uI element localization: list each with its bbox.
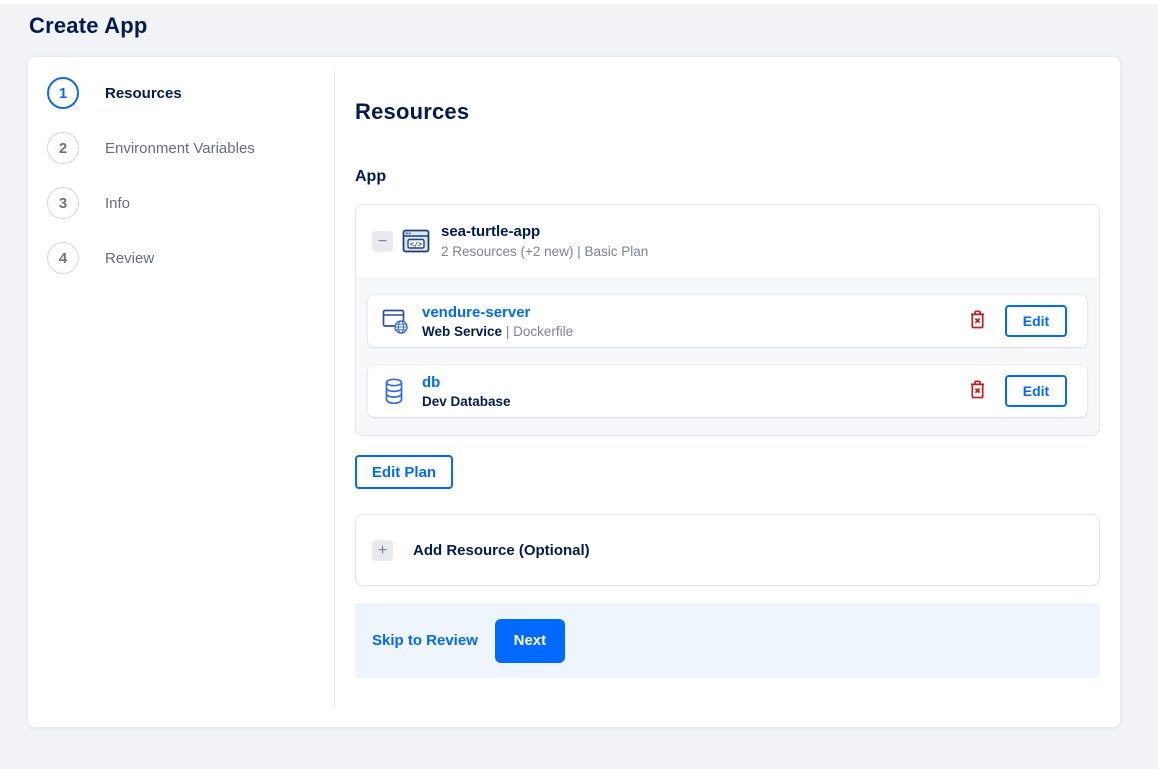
- wizard-footer: Skip to Review Next: [355, 603, 1100, 678]
- step-number-badge: 4: [47, 242, 79, 274]
- step-review[interactable]: 4 Review: [47, 242, 335, 274]
- resource-row-database: db Dev Database Edit: [368, 365, 1087, 417]
- collapse-app-button[interactable]: −: [372, 230, 393, 252]
- step-label: Info: [105, 194, 131, 212]
- resource-text-block: db Dev Database: [422, 374, 511, 409]
- top-strip: [0, 0, 1158, 4]
- edit-resource-button[interactable]: Edit: [1005, 375, 1067, 407]
- resource-type: Dev Database: [422, 393, 511, 409]
- step-environment-variables[interactable]: 2 Environment Variables: [47, 132, 335, 164]
- app-summary: 2 Resources (+2 new) | Basic Plan: [441, 244, 649, 259]
- expand-add-resource-button[interactable]: +: [372, 539, 393, 561]
- step-number-badge: 1: [47, 77, 79, 109]
- resource-row-web-service: vendure-server Web Service | Dockerfile: [368, 295, 1087, 347]
- step-number-badge: 3: [47, 187, 79, 219]
- step-number-badge: 2: [47, 132, 79, 164]
- wizard-stepper: 1 Resources 2 Environment Variables 3 In…: [28, 57, 335, 727]
- resource-source: | Dockerfile: [505, 323, 574, 339]
- resource-text-block: vendure-server Web Service | Dockerfile: [422, 304, 573, 339]
- web-service-icon: [382, 307, 410, 335]
- edit-resource-button[interactable]: Edit: [1005, 305, 1067, 337]
- delete-resource-button[interactable]: [966, 377, 989, 405]
- step-heading: Resources: [355, 99, 470, 124]
- app-group-header: − </> sea-turtle-app 2 Resources (+2 new…: [356, 205, 1099, 277]
- resources-step-panel: Resources App − </> sea-turtle-app 2 Res…: [335, 57, 1120, 727]
- create-app-wizard-card: 1 Resources 2 Environment Variables 3 In…: [27, 56, 1121, 728]
- skip-to-review-link[interactable]: Skip to Review: [372, 632, 478, 649]
- app-icon: </>: [402, 227, 430, 255]
- resource-meta: Dev Database: [422, 394, 511, 409]
- step-resources[interactable]: 1 Resources: [47, 77, 335, 109]
- step-label: Resources: [105, 84, 182, 102]
- page-title: Create App: [29, 13, 148, 38]
- app-group-card: − </> sea-turtle-app 2 Resources (+2 new…: [355, 204, 1100, 436]
- resource-name-link[interactable]: db: [422, 374, 511, 391]
- svg-text:</>: </>: [410, 240, 422, 248]
- app-name: sea-turtle-app: [441, 223, 541, 240]
- resource-name-link[interactable]: vendure-server: [422, 304, 573, 321]
- app-group-title-block: sea-turtle-app 2 Resources (+2 new) | Ba…: [441, 223, 648, 259]
- delete-resource-button[interactable]: [966, 307, 989, 335]
- app-group-body: vendure-server Web Service | Dockerfile: [356, 277, 1099, 435]
- app-section-label: App: [355, 168, 387, 185]
- trash-icon: [968, 309, 987, 333]
- edit-plan-button[interactable]: Edit Plan: [355, 455, 453, 489]
- database-icon: [382, 377, 410, 405]
- step-info[interactable]: 3 Info: [47, 187, 335, 219]
- step-label: Review: [105, 249, 155, 267]
- step-label: Environment Variables: [105, 139, 255, 157]
- add-resource-section[interactable]: + Add Resource (Optional): [355, 514, 1100, 586]
- add-resource-label: Add Resource (Optional): [413, 541, 590, 559]
- next-button[interactable]: Next: [494, 618, 565, 663]
- trash-icon: [968, 379, 987, 403]
- resource-meta: Web Service | Dockerfile: [422, 324, 573, 339]
- resource-type: Web Service: [422, 323, 503, 339]
